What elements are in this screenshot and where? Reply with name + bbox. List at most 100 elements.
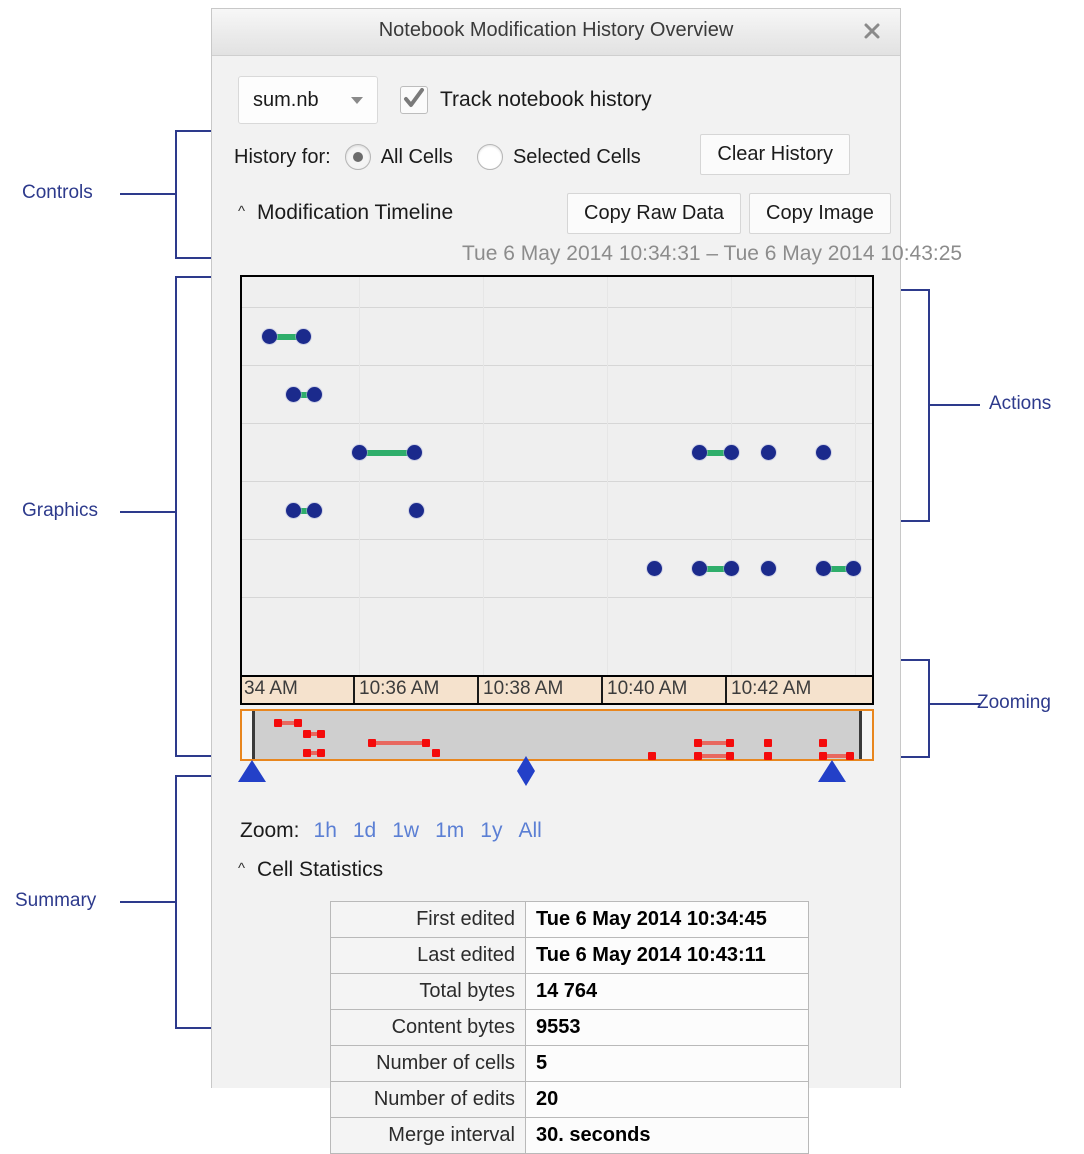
gridline-v — [359, 277, 360, 675]
edit-point[interactable] — [307, 503, 322, 518]
axis-tick-label: 10:38 AM — [483, 678, 563, 700]
table-row: Merge interval 30. seconds — [331, 1118, 809, 1154]
edit-point[interactable] — [647, 561, 662, 576]
copy-image-button[interactable]: Copy Image — [749, 193, 891, 234]
edit-point[interactable] — [692, 445, 707, 460]
navigator-right-edge[interactable] — [859, 711, 862, 759]
stat-key: Total bytes — [331, 974, 526, 1010]
zoom-option-1h[interactable]: 1h — [314, 819, 337, 843]
axis-tick-label: 34 AM — [244, 678, 298, 700]
navigator-point — [317, 749, 325, 757]
stat-value: 5 — [526, 1046, 809, 1082]
navigator-handle-right[interactable] — [818, 760, 846, 782]
time-axis: 34 AM 10:36 AM 10:38 AM 10:40 AM 10:42 A… — [240, 677, 874, 705]
navigator-point — [819, 752, 827, 760]
table-row: First edited Tue 6 May 2014 10:34:45 — [331, 902, 809, 938]
table-row: Number of cells 5 — [331, 1046, 809, 1082]
gridline-v — [731, 277, 732, 675]
gridline-h — [242, 423, 872, 424]
navigator-point — [726, 739, 734, 747]
edit-point[interactable] — [724, 561, 739, 576]
navigator-segment — [371, 741, 425, 745]
navigator-point — [846, 752, 854, 760]
edit-point[interactable] — [262, 329, 277, 344]
table-row: Content bytes 9553 — [331, 1010, 809, 1046]
navigator-point — [694, 739, 702, 747]
axis-tick — [725, 677, 727, 703]
stat-value: 20 — [526, 1082, 809, 1118]
edit-point[interactable] — [816, 561, 831, 576]
annotation-zooming: Zooming — [977, 692, 1051, 714]
edit-point[interactable] — [724, 445, 739, 460]
zoom-option-1d[interactable]: 1d — [353, 819, 376, 843]
track-history-checkbox[interactable]: Track notebook history — [400, 86, 652, 114]
radio-all-cells[interactable]: All Cells — [345, 144, 453, 170]
gridline-h — [242, 307, 872, 308]
annotation-controls: Controls — [22, 182, 93, 204]
stat-key: First edited — [331, 902, 526, 938]
zoom-option-1m[interactable]: 1m — [435, 819, 464, 843]
stat-value: 30. seconds — [526, 1118, 809, 1154]
radio-selected-cells-dot — [477, 144, 503, 170]
edit-point[interactable] — [307, 387, 322, 402]
modification-timeline-plot[interactable] — [240, 275, 874, 677]
navigator-point — [432, 749, 440, 757]
edit-point[interactable] — [286, 503, 301, 518]
edit-point[interactable] — [816, 445, 831, 460]
track-history-label: Track notebook history — [440, 88, 652, 112]
edit-point[interactable] — [761, 445, 776, 460]
axis-tick — [477, 677, 479, 703]
table-row: Number of edits 20 — [331, 1082, 809, 1118]
annotation-summary: Summary — [15, 890, 96, 912]
close-icon[interactable] — [858, 17, 886, 45]
axis-tick — [601, 677, 603, 703]
timeline-navigator[interactable] — [240, 709, 874, 761]
cell-statistics-title: Cell Statistics — [257, 858, 383, 882]
axis-tick-label: 10:42 AM — [731, 678, 811, 700]
stat-key: Number of cells — [331, 1046, 526, 1082]
edit-point[interactable] — [407, 445, 422, 460]
navigator-point — [819, 739, 827, 747]
chevron-up-icon: ^ — [238, 204, 245, 219]
radio-selected-cells[interactable]: Selected Cells — [477, 144, 641, 170]
notebook-row: sum.nb Track notebook history — [238, 76, 652, 124]
navigator-left-edge[interactable] — [252, 711, 255, 759]
gridline-v — [855, 277, 856, 675]
zoom-option-1y[interactable]: 1y — [480, 819, 502, 843]
gridline-h — [242, 481, 872, 482]
dialog-title: Notebook Modification History Overview — [212, 19, 900, 42]
stat-key: Number of edits — [331, 1082, 526, 1118]
zoom-option-1w[interactable]: 1w — [392, 819, 419, 843]
annotation-actions: Actions — [989, 393, 1051, 415]
zoom-option-all[interactable]: All — [518, 819, 541, 843]
edit-point[interactable] — [761, 561, 776, 576]
dialog-titlebar: Notebook Modification History Overview — [212, 9, 900, 56]
edit-point[interactable] — [692, 561, 707, 576]
modification-timeline-title: Modification Timeline — [257, 201, 453, 225]
gridline-h — [242, 597, 872, 598]
edit-point[interactable] — [296, 329, 311, 344]
stat-key: Last edited — [331, 938, 526, 974]
edit-point[interactable] — [846, 561, 861, 576]
navigator-window[interactable] — [252, 711, 862, 759]
copy-raw-data-button[interactable]: Copy Raw Data — [567, 193, 741, 234]
notebook-select[interactable]: sum.nb — [238, 76, 378, 124]
chevron-down-icon — [351, 97, 363, 104]
navigator-point — [764, 739, 772, 747]
modification-timeline-header[interactable]: ^ Modification Timeline — [238, 201, 453, 225]
navigator-point — [648, 752, 656, 760]
navigator-point — [294, 719, 302, 727]
radio-all-cells-label: All Cells — [381, 146, 453, 169]
clear-history-button[interactable]: Clear History — [700, 134, 850, 175]
edit-point[interactable] — [409, 503, 424, 518]
edit-point[interactable] — [352, 445, 367, 460]
navigator-handle-left[interactable] — [238, 760, 266, 782]
navigator-point — [303, 730, 311, 738]
navigator-point — [368, 739, 376, 747]
stat-value: Tue 6 May 2014 10:34:45 — [526, 902, 809, 938]
zoom-presets-row: Zoom: 1h 1d 1w 1m 1y All — [240, 819, 558, 843]
gridline-h — [242, 539, 872, 540]
notebook-select-value: sum.nb — [253, 89, 319, 112]
cell-statistics-header[interactable]: ^ Cell Statistics — [238, 858, 383, 882]
edit-point[interactable] — [286, 387, 301, 402]
